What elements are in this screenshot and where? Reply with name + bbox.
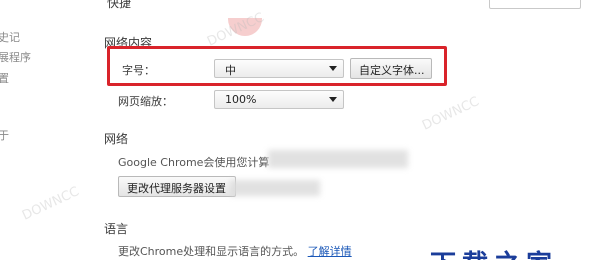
change-proxy-button[interactable]: 更改代理服务器设置 — [118, 176, 236, 197]
language-description-text: 更改Chrome处理和显示语言的方式。 — [118, 245, 305, 258]
section-title-network: 网络 — [104, 132, 129, 146]
search-settings-input[interactable] — [489, 0, 581, 9]
network-description: Google Chrome会使用您计算 — [118, 156, 270, 169]
font-size-label: 字号： — [122, 64, 155, 77]
chevron-down-icon — [329, 97, 337, 102]
sidebar-item-history[interactable]: 史记 — [0, 32, 20, 43]
watermark-text: DOWNCC — [420, 94, 482, 134]
top-strip: 快捷 — [0, 0, 600, 12]
font-size-value: 中 — [225, 64, 236, 77]
page-zoom-select[interactable]: 100% — [214, 90, 344, 109]
page-zoom-label: 网页缩放： — [118, 95, 173, 108]
font-size-select[interactable]: 中 — [214, 59, 344, 78]
chevron-down-icon — [329, 66, 337, 71]
sidebar-item-settings[interactable]: 置 — [0, 73, 9, 84]
sidebar-item-about[interactable]: 于 — [0, 130, 9, 141]
sidebar-item-extensions[interactable]: 展程序 — [0, 52, 31, 63]
customize-fonts-button[interactable]: 自定义字体... — [350, 58, 432, 79]
learn-more-link[interactable]: 了解详情 — [308, 245, 352, 258]
watermark-text: DOWNCC — [20, 184, 82, 224]
language-description: 更改Chrome处理和显示语言的方式。 了解详情 — [118, 243, 352, 259]
redacted-area — [268, 150, 408, 168]
brand-watermark-logo: 下载之家 — [430, 244, 558, 260]
section-title-language: 语言 — [104, 222, 129, 236]
redacted-area — [230, 180, 320, 196]
truncated-section-title: 快捷 — [107, 0, 132, 10]
page-zoom-value: 100% — [225, 93, 257, 106]
